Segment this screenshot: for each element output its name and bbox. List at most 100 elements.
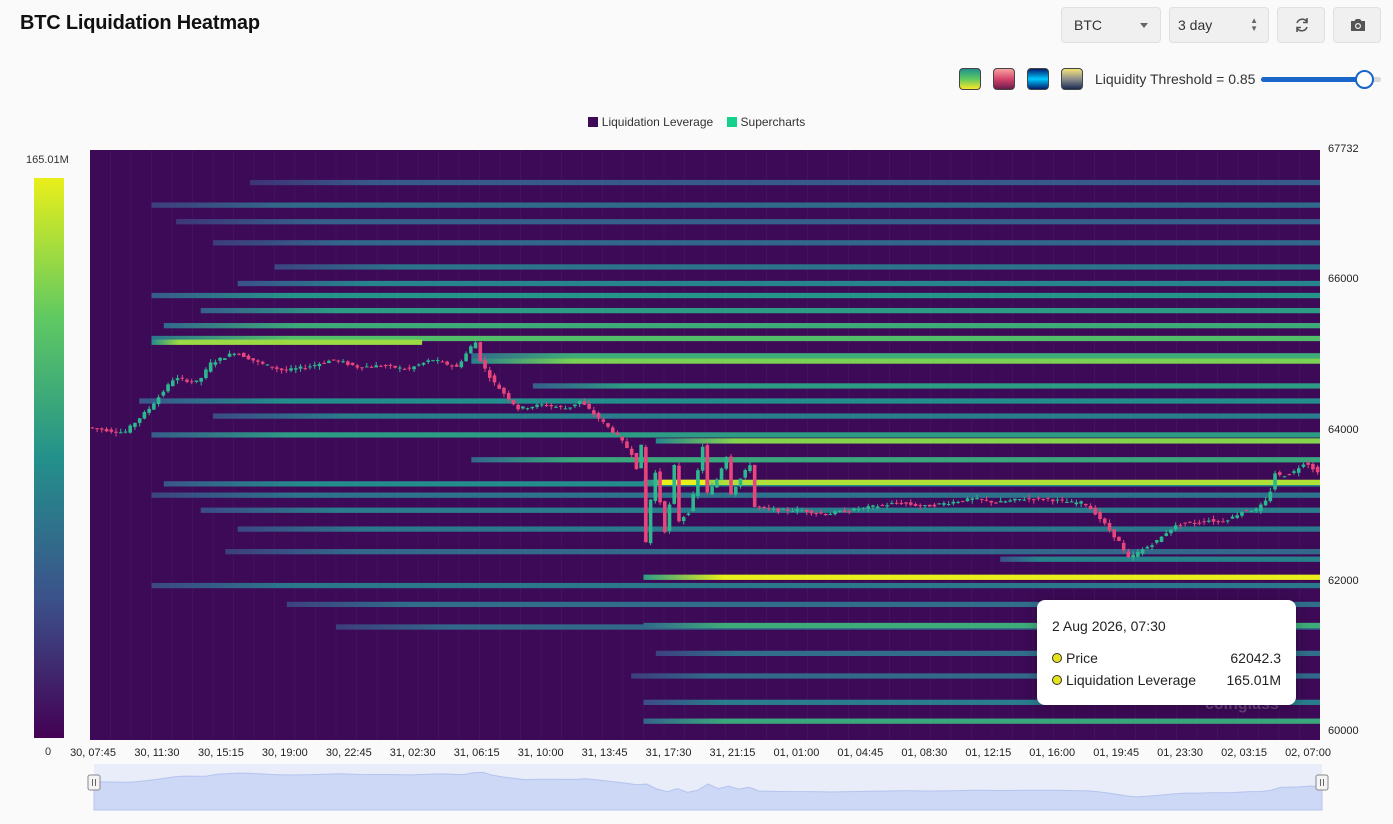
price-candle[interactable] <box>317 363 322 367</box>
price-candle[interactable] <box>1154 540 1159 543</box>
price-candle[interactable] <box>435 360 440 362</box>
price-candle[interactable] <box>648 499 653 544</box>
price-candle[interactable] <box>771 508 776 510</box>
price-candle[interactable] <box>1060 499 1064 501</box>
price-candle[interactable] <box>946 504 951 506</box>
price-candle[interactable] <box>241 352 246 358</box>
price-candle[interactable] <box>1112 529 1117 538</box>
price-candle[interactable] <box>1088 505 1093 510</box>
price-candle[interactable] <box>393 365 397 368</box>
price-candle[interactable] <box>563 408 568 410</box>
price-candle[interactable] <box>667 504 672 531</box>
price-candle[interactable] <box>1013 498 1017 501</box>
price-candle[interactable] <box>275 367 279 369</box>
price-candle[interactable] <box>861 507 866 509</box>
price-candle[interactable] <box>407 367 412 369</box>
price-candle[interactable] <box>743 470 748 478</box>
price-candle[interactable] <box>573 404 577 407</box>
price-candle[interactable] <box>819 512 823 514</box>
price-candle[interactable] <box>880 504 885 506</box>
price-candle[interactable] <box>639 444 643 469</box>
price-candle[interactable] <box>634 452 639 470</box>
price-candle[interactable] <box>213 362 218 365</box>
price-candle[interactable] <box>691 494 695 511</box>
price-candle[interactable] <box>1183 522 1187 524</box>
price-candle[interactable] <box>994 502 998 504</box>
price-candle[interactable] <box>123 431 128 433</box>
price-candle[interactable] <box>194 380 199 382</box>
heatmap-band[interactable] <box>151 292 1321 299</box>
price-candle[interactable] <box>577 400 582 405</box>
price-candle[interactable] <box>502 387 506 394</box>
price-candle[interactable] <box>1292 471 1296 473</box>
price-candle[interactable] <box>984 499 989 501</box>
price-candle[interactable] <box>1107 522 1112 531</box>
price-candle[interactable] <box>1164 533 1169 536</box>
price-candle[interactable] <box>416 364 421 366</box>
price-candle[interactable] <box>625 441 629 448</box>
price-candle[interactable] <box>156 397 161 405</box>
heatmap-band[interactable] <box>139 398 1321 404</box>
heatmap-band[interactable] <box>237 526 1321 532</box>
price-candle[interactable] <box>847 511 852 513</box>
price-candle[interactable] <box>582 401 587 405</box>
price-candle[interactable] <box>539 404 544 406</box>
price-candle[interactable] <box>752 464 757 507</box>
price-candle[interactable] <box>1282 476 1287 478</box>
price-candle[interactable] <box>237 353 241 355</box>
price-candle[interactable] <box>1150 545 1154 547</box>
price-candle[interactable] <box>686 513 691 515</box>
price-candle[interactable] <box>464 353 468 362</box>
price-candle[interactable] <box>913 504 918 506</box>
heatmap-band[interactable] <box>1000 556 1320 562</box>
price-candle[interactable] <box>989 500 994 503</box>
price-candle[interactable] <box>554 406 558 408</box>
price-candle[interactable] <box>724 457 729 469</box>
price-candle[interactable] <box>767 508 771 510</box>
price-candle[interactable] <box>700 446 705 471</box>
price-candle[interactable] <box>346 361 350 365</box>
price-candle[interactable] <box>904 502 908 504</box>
price-candle[interactable] <box>672 465 677 504</box>
price-candle[interactable] <box>998 501 1003 503</box>
price-candle[interactable] <box>1225 520 1230 522</box>
heatmap-band[interactable] <box>176 219 1321 225</box>
price-candle[interactable] <box>1235 515 1240 518</box>
price-candle[interactable] <box>1287 474 1292 476</box>
price-candle[interactable] <box>1311 463 1315 470</box>
price-candle[interactable] <box>762 506 766 508</box>
heatmap-band[interactable] <box>151 582 1321 589</box>
price-candle[interactable] <box>1178 524 1183 526</box>
price-candle[interactable] <box>1027 498 1031 500</box>
price-candle[interactable] <box>426 360 431 362</box>
price-candle[interactable] <box>364 366 369 368</box>
price-candle[interactable] <box>1306 462 1310 465</box>
price-candle[interactable] <box>204 369 208 378</box>
price-candle[interactable] <box>118 432 123 434</box>
price-candle[interactable] <box>355 365 360 368</box>
price-candle[interactable] <box>615 432 620 435</box>
heatmap-band[interactable] <box>655 438 1320 444</box>
price-candle[interactable] <box>208 362 213 372</box>
price-candle[interactable] <box>856 509 861 511</box>
price-candle[interactable] <box>511 399 516 405</box>
price-candle[interactable] <box>610 427 615 433</box>
price-candle[interactable] <box>279 368 284 371</box>
price-candle[interactable] <box>483 360 487 369</box>
price-candle[interactable] <box>1159 536 1164 542</box>
price-candle[interactable] <box>270 366 274 368</box>
price-candle[interactable] <box>715 479 719 488</box>
price-candle[interactable] <box>289 368 293 371</box>
price-candle[interactable] <box>781 508 785 510</box>
heatmap-band[interactable] <box>151 339 423 345</box>
price-candle[interactable] <box>521 406 525 409</box>
price-candle[interactable] <box>592 410 596 415</box>
price-candle[interactable] <box>923 505 927 507</box>
price-candle[interactable] <box>431 360 435 362</box>
price-candle[interactable] <box>137 418 142 423</box>
price-candle[interactable] <box>525 408 530 410</box>
price-candle[interactable] <box>1036 497 1041 499</box>
price-candle[interactable] <box>492 375 497 383</box>
price-candle[interactable] <box>379 365 383 367</box>
price-candle[interactable] <box>932 504 937 507</box>
